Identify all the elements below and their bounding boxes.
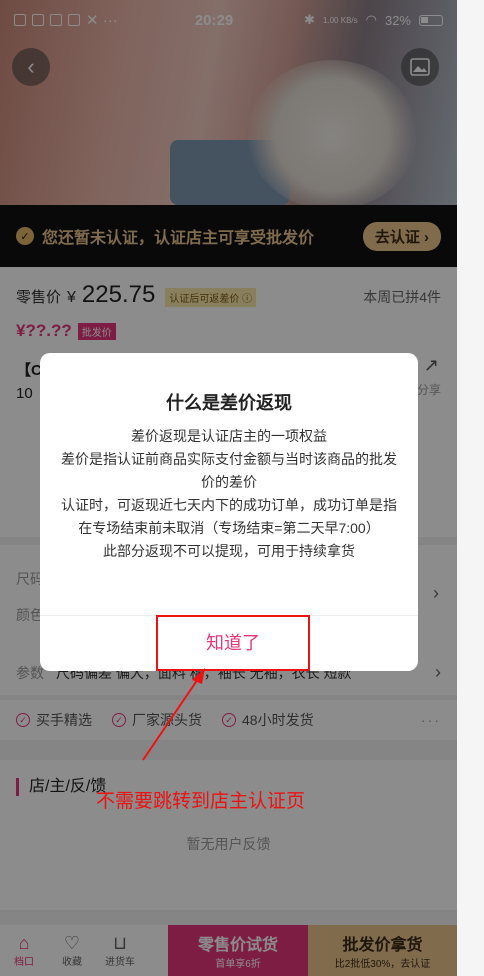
dialog-body: 差价返现是认证店主的一项权益 差价是指认证前商品实际支付金额与当时该商品的批发价… — [60, 425, 398, 563]
annotation-text: 不需要跳转到店主认证页 — [96, 790, 306, 812]
page-margin — [457, 0, 484, 976]
dialog-line: 差价是指认证前商品实际支付金额与当时该商品的批发价的差价 — [61, 451, 397, 490]
annotation-highlight-box — [156, 615, 310, 671]
dialog-line: 此部分返现不可以提现，可用于持续拿货 — [103, 543, 355, 559]
dialog-line: 认证时，可返现近七天内下的成功订单，成功订单是指在专场结束前未取消（专场结束=第… — [61, 497, 397, 536]
phone-screen: ✕ ··· 20:29 ✱ 1.00 KB/s ◠ 32% ‹ ✓ 您还暂未认证… — [0, 0, 457, 976]
dialog-title: 什么是差价返现 — [166, 393, 292, 413]
dialog-line: 差价返现是认证店主的一项权益 — [131, 428, 327, 444]
